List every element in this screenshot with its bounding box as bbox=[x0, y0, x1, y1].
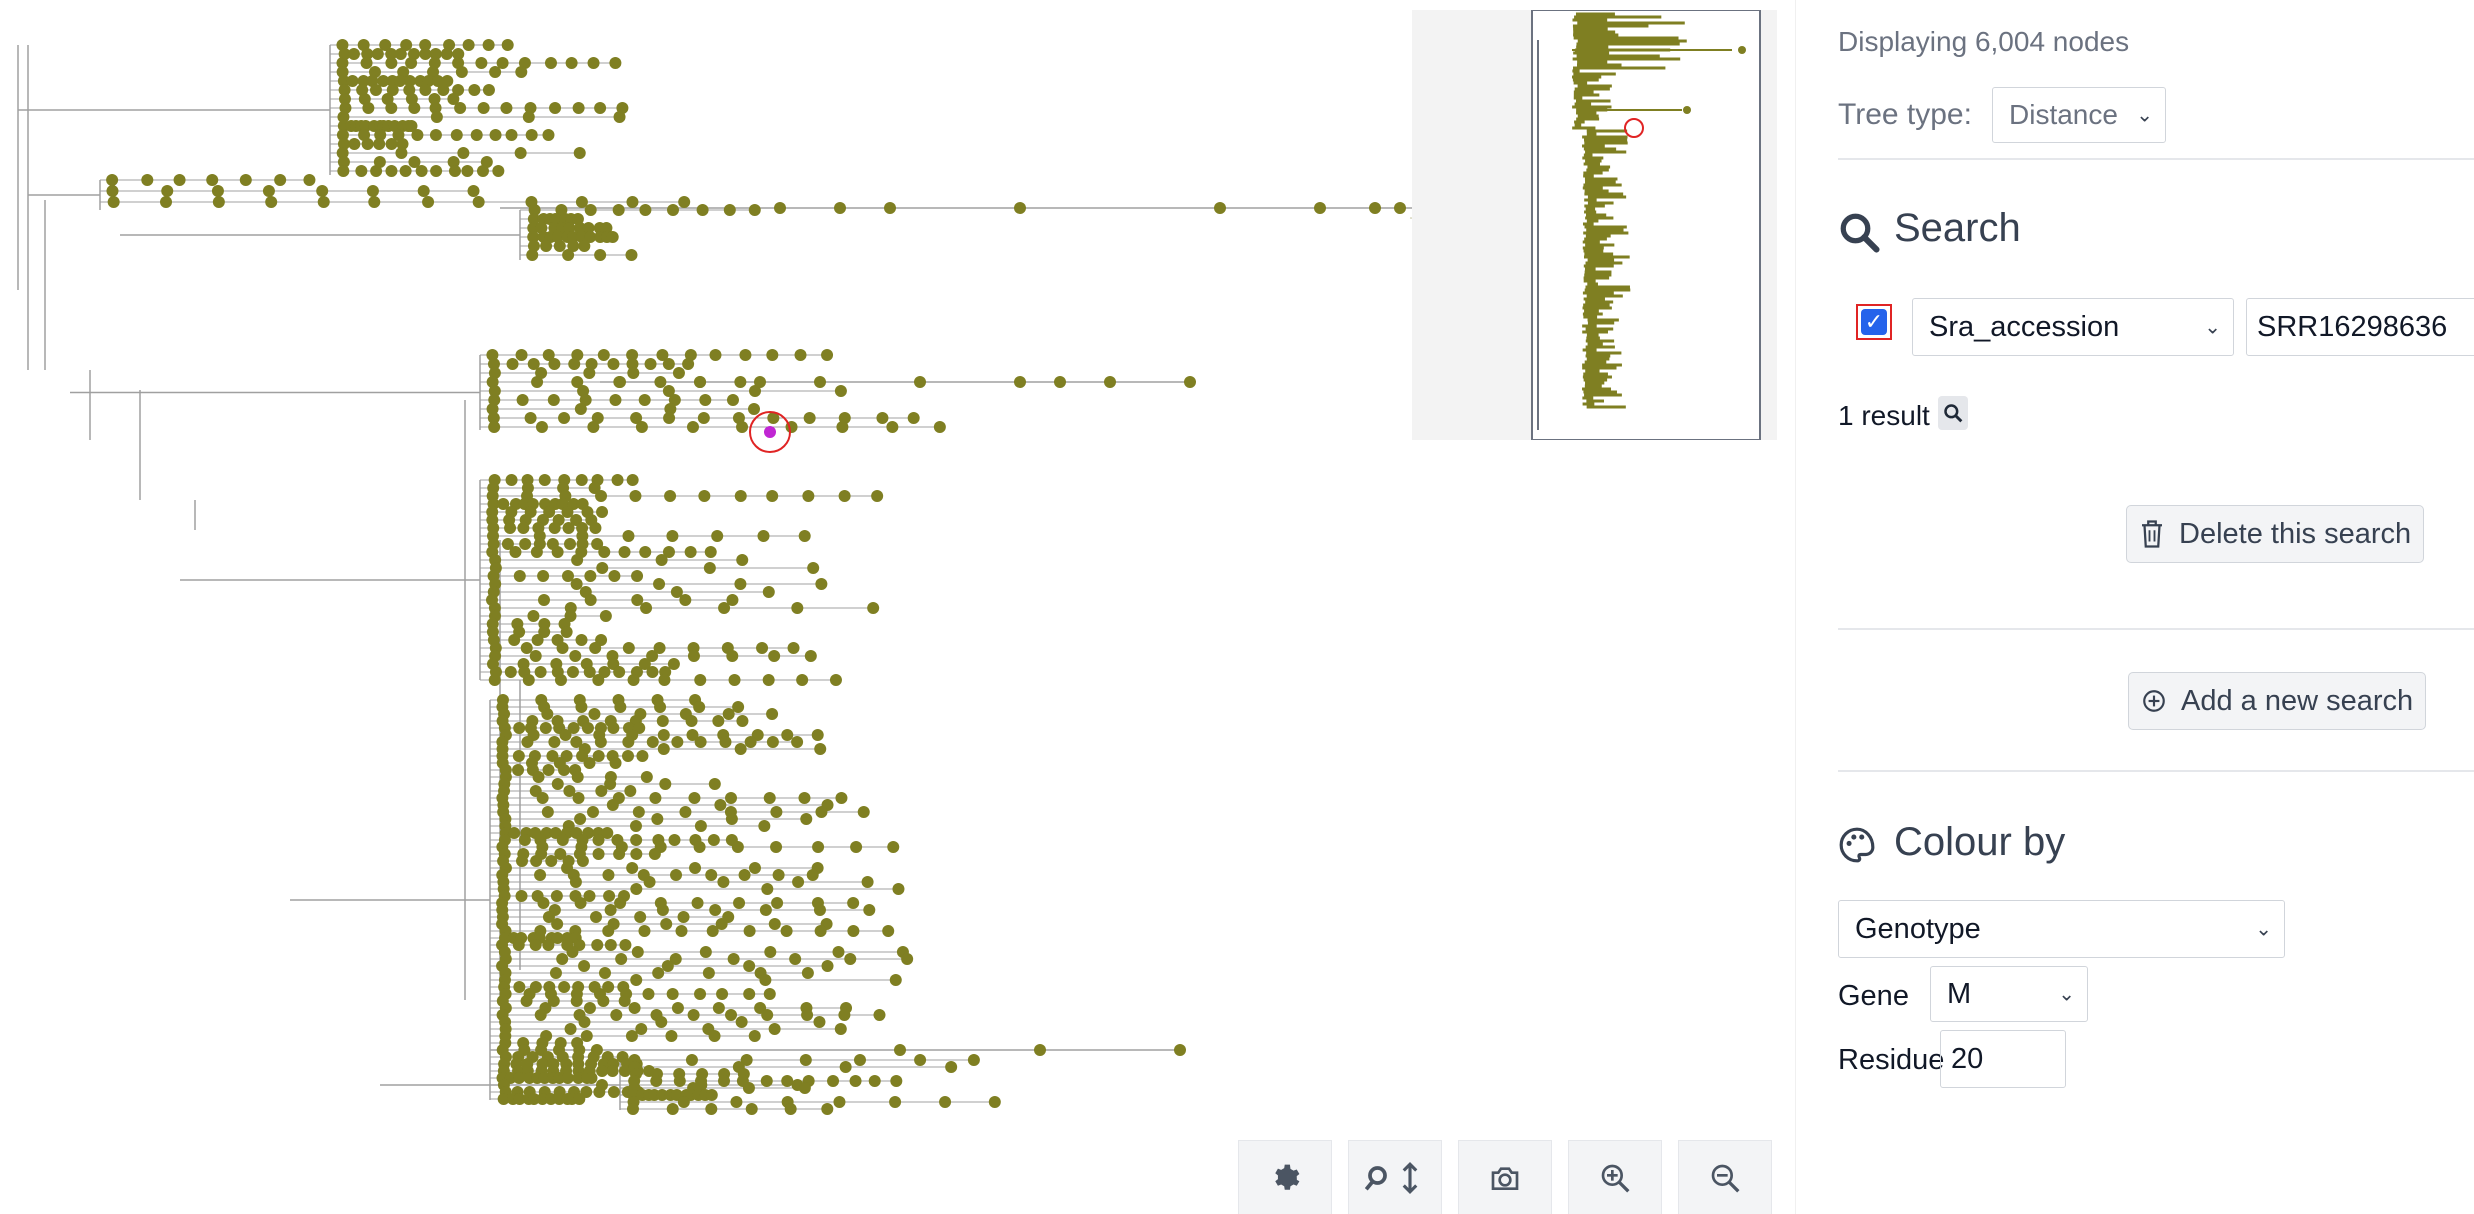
chevron-down-icon: ⌄ bbox=[2058, 983, 2075, 1006]
zoom-out-button[interactable] bbox=[1678, 1140, 1772, 1214]
search-result-node bbox=[764, 426, 776, 438]
colour-by-select[interactable]: Genotype ⌄ bbox=[1838, 900, 2285, 958]
residue-label: Residue bbox=[1838, 1044, 1945, 1076]
plus-circle-icon bbox=[2143, 690, 2165, 712]
delete-search-button[interactable]: Delete this search bbox=[2126, 505, 2425, 563]
search-value-input[interactable]: SRR16298636 bbox=[2246, 298, 2474, 356]
tree-leaves bbox=[106, 39, 1561, 1115]
search-title: Search bbox=[1894, 206, 2021, 250]
colour-by-title: Colour by bbox=[1894, 820, 2066, 864]
delete-search-label: Delete this search bbox=[2179, 517, 2412, 550]
tree-branches bbox=[17, 44, 1561, 1110]
checkmark-icon: ✓ bbox=[1861, 309, 1887, 335]
camera-icon bbox=[1491, 1166, 1519, 1190]
gene-value: M bbox=[1947, 977, 1972, 1010]
chevron-down-icon: ⌄ bbox=[2255, 918, 2272, 941]
tree-type-label: Tree type: bbox=[1838, 98, 1972, 131]
chevron-down-icon: ⌄ bbox=[2204, 316, 2221, 339]
search-resize-button[interactable] bbox=[1348, 1140, 1442, 1214]
zoom-to-result-button[interactable] bbox=[1938, 396, 1968, 430]
search-field-select[interactable]: Sra_accession ⌄ bbox=[1912, 298, 2234, 356]
gene-label: Gene bbox=[1838, 980, 1909, 1012]
result-count: 1 result bbox=[1838, 400, 1930, 431]
colour-by-value: Genotype bbox=[1855, 912, 1981, 945]
tree-toolbar bbox=[1238, 1140, 1772, 1214]
divider bbox=[1838, 770, 2474, 772]
trash-icon bbox=[2142, 520, 2162, 548]
search-icon bbox=[1944, 404, 1963, 423]
node-count: Displaying 6,004 nodes bbox=[1838, 26, 2130, 57]
tree-type-value: Distance bbox=[2009, 99, 2118, 130]
screenshot-button[interactable] bbox=[1458, 1140, 1552, 1214]
search-resize-icon bbox=[1365, 1161, 1418, 1194]
search-enabled-checkbox[interactable]: ✓ bbox=[1856, 304, 1892, 340]
search-value-text: SRR16298636 bbox=[2257, 310, 2448, 343]
divider bbox=[1838, 628, 2474, 630]
zoom-out-icon bbox=[1711, 1164, 1740, 1193]
tree-type-select[interactable]: Distance ⌄ bbox=[1992, 87, 2166, 143]
residue-input[interactable]: 20 bbox=[1940, 1030, 2066, 1088]
search-icon bbox=[1840, 213, 1880, 253]
minimap[interactable] bbox=[1412, 10, 1777, 440]
settings-button[interactable] bbox=[1238, 1140, 1332, 1214]
zoom-in-button[interactable] bbox=[1568, 1140, 1662, 1214]
add-search-button[interactable]: Add a new search bbox=[2128, 672, 2427, 730]
sidebar: Displaying 6,004 nodes Tree type: Distan… bbox=[1795, 0, 2474, 1214]
palette-icon bbox=[1839, 827, 1875, 863]
add-search-label: Add a new search bbox=[2181, 684, 2414, 717]
chevron-down-icon: ⌄ bbox=[2136, 104, 2153, 127]
gene-select[interactable]: M ⌄ bbox=[1930, 966, 2088, 1022]
search-field-value: Sra_accession bbox=[1929, 310, 2120, 343]
divider bbox=[1838, 158, 2474, 160]
gear-icon bbox=[1275, 1164, 1300, 1190]
residue-value: 20 bbox=[1951, 1042, 1984, 1075]
zoom-in-icon bbox=[1601, 1164, 1630, 1193]
minimap-viewport bbox=[1531, 10, 1761, 440]
